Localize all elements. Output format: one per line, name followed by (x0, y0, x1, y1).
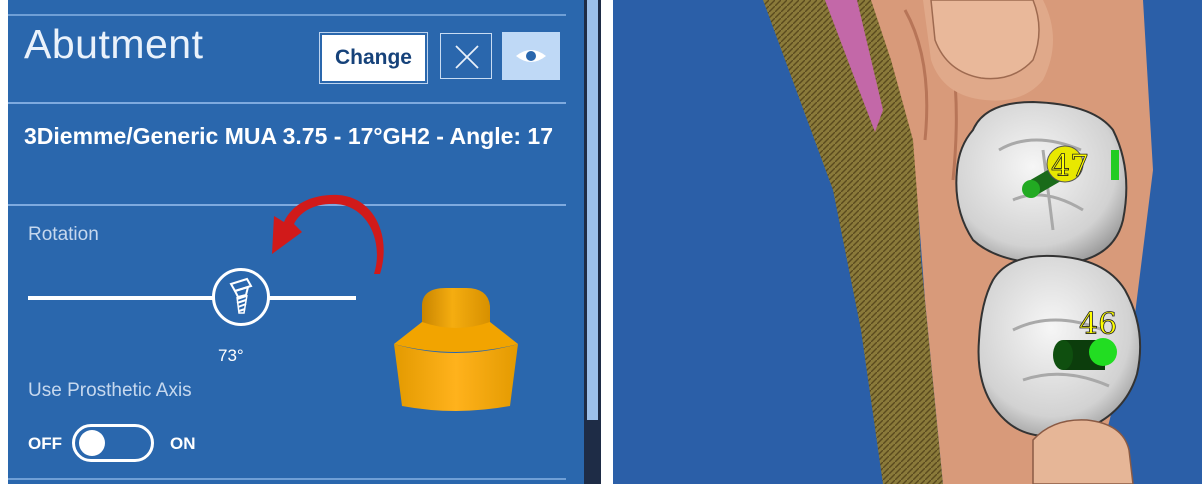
tooth-label-47: 47 (1051, 149, 1089, 184)
toggle-off-label: OFF (28, 434, 62, 453)
rotation-slider-track[interactable] (28, 296, 356, 300)
dental-scan-render: 47 46 (763, 0, 1153, 484)
close-icon (455, 45, 479, 69)
rotation-slider-handle[interactable] (212, 268, 270, 326)
implant-marker-46 (1053, 338, 1117, 370)
toggle-on-label: ON (170, 434, 196, 453)
rotate-arrow-icon (272, 194, 384, 274)
scrollbar-thumb[interactable] (587, 0, 598, 420)
abutment-panel: Abutment Change 3Diemme/Generic MUA 3.75… (0, 0, 587, 484)
abutment-preview-icon (394, 288, 518, 411)
prosthetic-axis-toggle[interactable] (72, 424, 154, 462)
close-button[interactable] (440, 33, 492, 79)
panel-title: Abutment (24, 21, 204, 67)
rotation-value: 73° (218, 346, 244, 365)
implant-screw-icon (229, 277, 253, 314)
toggle-knob (79, 430, 105, 456)
component-name: 3Diemme/Generic MUA 3.75 - 17°GH2 - Angl… (24, 123, 554, 149)
change-button[interactable]: Change (319, 32, 428, 84)
top-divider (8, 14, 566, 16)
3d-viewport[interactable]: 47 46 (613, 0, 1202, 484)
tooth-label-46: 46 (1079, 307, 1117, 342)
header-divider (8, 102, 566, 104)
bottom-divider (8, 478, 566, 480)
prosthetic-axis-label: Use Prosthetic Axis (28, 380, 192, 401)
rotation-label: Rotation (28, 224, 99, 245)
eye-icon (516, 50, 546, 62)
visibility-toggle-button[interactable] (502, 32, 560, 80)
panel-viewport-divider (601, 0, 613, 484)
